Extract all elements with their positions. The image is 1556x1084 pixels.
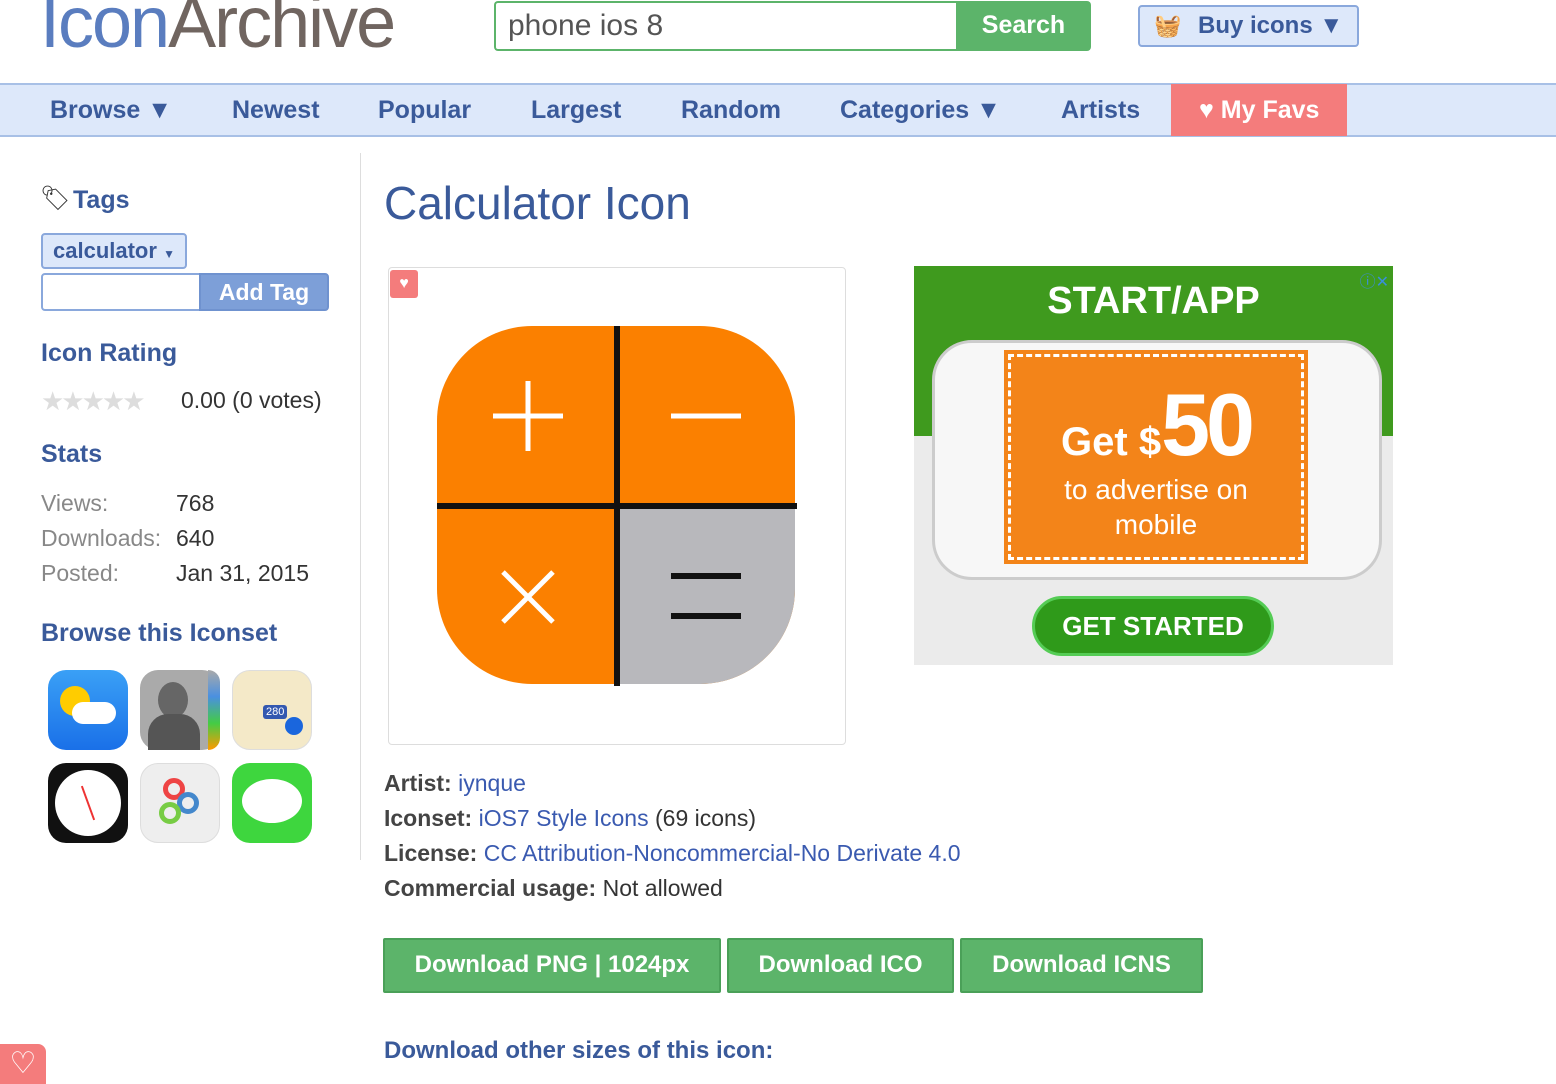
tag-icon: 🏷 xyxy=(40,185,71,212)
ad-close-icon[interactable]: ⓘ✕ xyxy=(1360,268,1389,292)
clock-icon[interactable] xyxy=(48,763,128,843)
page-title: Calculator Icon xyxy=(384,177,691,229)
iconset-count: (69 icons) xyxy=(655,805,756,831)
commercial-line: Commercial usage: Not allowed xyxy=(384,875,723,902)
calculator-icon xyxy=(437,326,797,686)
nav-random[interactable]: Random xyxy=(681,85,781,135)
nav-newest[interactable]: Newest xyxy=(232,85,320,135)
tag-calculator[interactable]: calculator ▼ xyxy=(41,233,187,269)
add-tag-button[interactable]: Add Tag xyxy=(199,273,329,311)
license-label: License: xyxy=(384,840,478,866)
ad-line1: Get $ xyxy=(1061,420,1162,464)
basket-icon: 🧺 xyxy=(1154,13,1182,38)
ad-amount: 50 xyxy=(1161,375,1255,474)
caret-down-icon: ▼ xyxy=(163,247,175,261)
logo[interactable]: IconArchive xyxy=(40,0,396,64)
messages-icon[interactable] xyxy=(232,763,312,843)
commercial-label: Commercial usage: xyxy=(384,875,597,901)
add-tag-input[interactable] xyxy=(41,273,201,311)
rating-stars[interactable]: ★★★★★ xyxy=(41,386,146,417)
license-line: License: CC Attribution-Noncommercial-No… xyxy=(384,840,961,867)
nav-popular[interactable]: Popular xyxy=(378,85,471,135)
posted-value: Jan 31, 2015 xyxy=(176,560,310,586)
tags-heading: Tags xyxy=(73,186,130,214)
logo-text-archive: Archive xyxy=(168,0,396,63)
nav-largest[interactable]: Largest xyxy=(531,85,621,135)
weather-icon[interactable] xyxy=(48,670,128,750)
downloads-label: Downloads: xyxy=(41,525,162,551)
other-sizes-heading: Download other sizes of this icon: xyxy=(384,1037,774,1064)
artist-line: Artist: iynque xyxy=(384,770,526,797)
buy-icons-label: Buy icons ▼ xyxy=(1198,12,1344,39)
download-png-button[interactable]: Download PNG | 1024px xyxy=(383,938,721,993)
tag-label: calculator xyxy=(53,238,157,263)
contacts-icon[interactable] xyxy=(140,670,220,750)
maps-icon[interactable]: 280 xyxy=(232,670,312,750)
rating-text: 0.00 (0 votes) xyxy=(181,387,322,413)
license-link[interactable]: CC Attribution-Noncommercial-No Derivate… xyxy=(484,840,961,866)
iconset-line: Iconset: iOS7 Style Icons (69 icons) xyxy=(384,805,756,832)
commercial-value: Not allowed xyxy=(602,875,723,901)
views-value: 768 xyxy=(176,490,215,516)
buy-icons-button[interactable]: 🧺 Buy icons ▼ xyxy=(1138,5,1359,47)
favorites-heart-icon[interactable]: ♡ xyxy=(0,1044,46,1084)
nav-artists[interactable]: Artists xyxy=(1061,85,1140,135)
icon-preview: ♥ xyxy=(388,267,846,745)
downloads-value: 640 xyxy=(176,525,215,551)
game-center-icon[interactable] xyxy=(140,763,220,843)
search-input[interactable] xyxy=(494,1,958,51)
ad-brand: START/APP xyxy=(1047,280,1260,322)
rating-heading: Icon Rating xyxy=(41,339,178,367)
artist-link[interactable]: iynque xyxy=(458,770,526,796)
sidebar-divider xyxy=(360,153,361,860)
nav-categories[interactable]: Categories ▼ xyxy=(840,85,1001,135)
main-nav: Browse ▼ Newest Popular Largest Random C… xyxy=(0,83,1556,137)
download-icns-button[interactable]: Download ICNS xyxy=(960,938,1203,993)
download-ico-button[interactable]: Download ICO xyxy=(727,938,954,993)
posted-label: Posted: xyxy=(41,560,119,586)
ad-line2: to advertise on xyxy=(1064,474,1248,505)
stats-heading: Stats xyxy=(41,440,103,468)
heart-fav-icon[interactable]: ♥ xyxy=(390,270,418,298)
ad-get-started-button[interactable]: GET STARTED xyxy=(1032,596,1274,656)
iconset-label: Iconset: xyxy=(384,805,473,831)
artist-label: Artist: xyxy=(384,770,452,796)
nav-my-favs[interactable]: ♥ My Favs xyxy=(1171,84,1348,136)
iconset-link[interactable]: iOS7 Style Icons xyxy=(479,805,649,831)
logo-text-icon: Icon xyxy=(40,0,170,63)
nav-browse[interactable]: Browse ▼ xyxy=(50,85,172,135)
advertisement[interactable]: START/APP ⓘ✕ Get $50 to advertise on mobi… xyxy=(914,266,1393,665)
search-button[interactable]: Search xyxy=(956,1,1091,51)
ad-line3: mobile xyxy=(1114,509,1198,540)
browse-iconset-heading[interactable]: Browse this Iconset xyxy=(41,619,277,648)
views-label: Views: xyxy=(41,490,109,516)
